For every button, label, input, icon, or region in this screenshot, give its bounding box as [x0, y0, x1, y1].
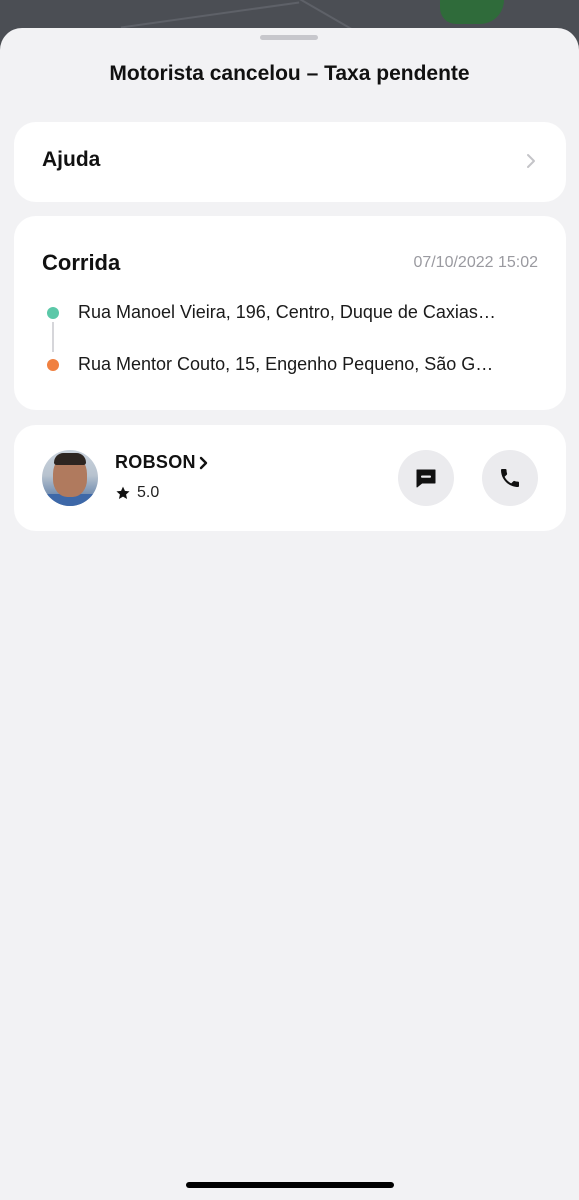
- origin-dot-icon: [47, 307, 59, 319]
- ride-title: Corrida: [42, 250, 121, 275]
- driver-name: ROBSON: [115, 452, 196, 472]
- chevron-right-icon: [527, 154, 535, 168]
- star-icon: [116, 486, 130, 499]
- destination-dot-icon: [47, 359, 59, 371]
- home-indicator[interactable]: [186, 1182, 394, 1188]
- bottom-sheet: Motorista cancelou – Taxa pendente Ajuda…: [0, 28, 579, 1200]
- ride-card: Corrida 07/10/2022 15:02 Rua Manoel Viei…: [14, 216, 566, 410]
- help-label: Ajuda: [42, 148, 101, 171]
- route-connector-line: [52, 322, 54, 352]
- ride-datetime: 07/10/2022 15:02: [413, 254, 538, 271]
- rating-value: 5.0: [137, 484, 160, 501]
- phone-icon: [501, 469, 519, 487]
- map-park-area: [440, 0, 504, 24]
- message-icon: [416, 469, 436, 488]
- driver-name-link[interactable]: ROBSON: [115, 452, 208, 473]
- call-driver-button[interactable]: [482, 450, 538, 506]
- chevron-right-icon: [199, 456, 208, 469]
- driver-rating: 5.0: [115, 484, 159, 502]
- help-row[interactable]: Ajuda: [14, 122, 566, 202]
- driver-card: ROBSON 5.0: [14, 425, 566, 531]
- origin-address: Rua Manoel Vieira, 196, Centro, Duque de…: [78, 302, 496, 322]
- destination-address: Rua Mentor Couto, 15, Engenho Pequeno, S…: [78, 354, 494, 374]
- message-driver-button[interactable]: [398, 450, 454, 506]
- sheet-title: Motorista cancelou – Taxa pendente: [109, 62, 470, 85]
- driver-avatar[interactable]: [42, 450, 98, 506]
- sheet-grabber[interactable]: [260, 35, 318, 40]
